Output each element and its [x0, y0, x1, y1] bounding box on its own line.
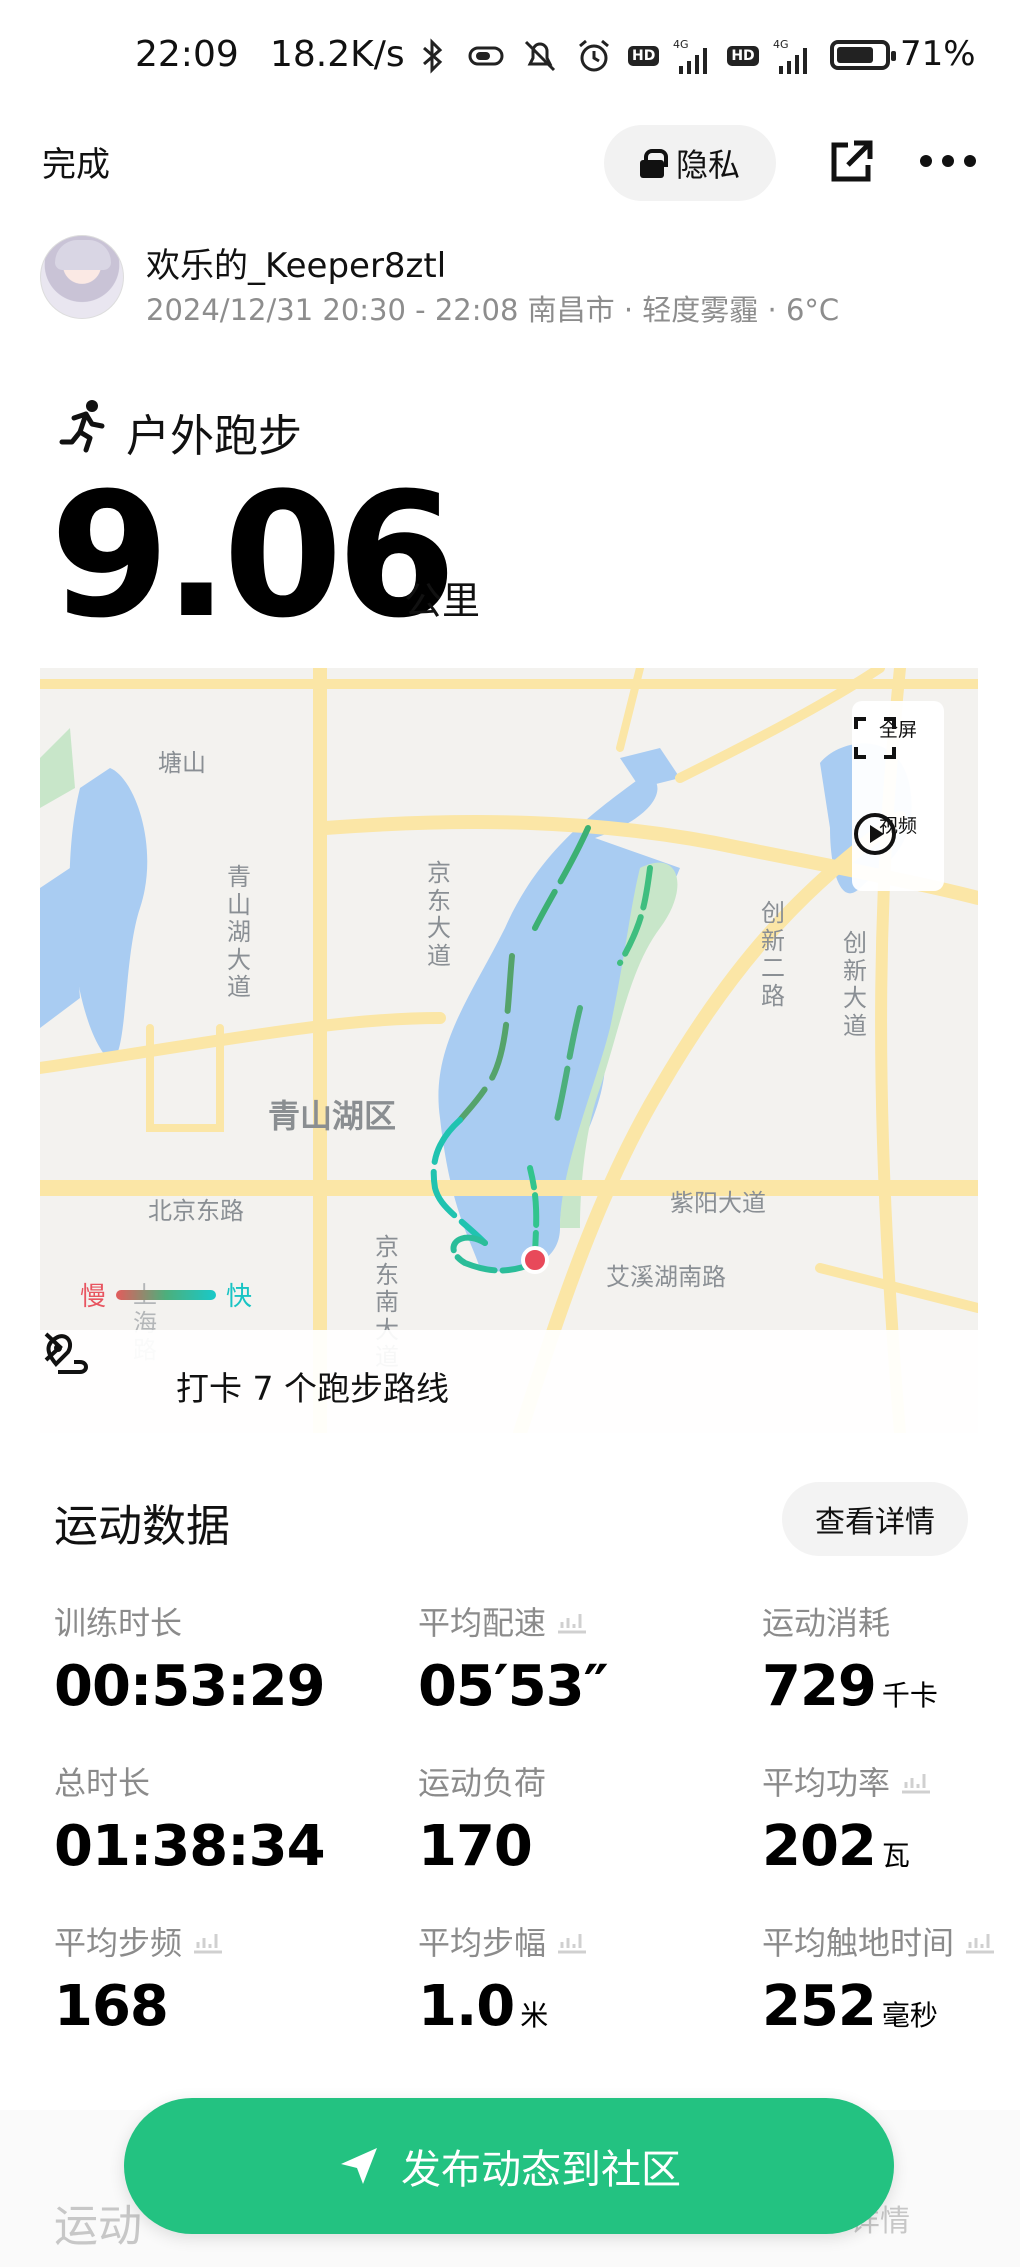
- map-label-chuangxin-2: 创新二路: [761, 899, 785, 1010]
- pond-top: [620, 748, 680, 788]
- avatar[interactable]: [40, 235, 124, 319]
- bluetooth-icon: [423, 38, 443, 74]
- stat-unit: 米: [520, 1999, 549, 2032]
- legend-fast: 快: [226, 1282, 253, 1312]
- svg-text:4G: 4G: [773, 38, 789, 51]
- legend-slow: 慢: [80, 1282, 107, 1312]
- battery-icon: [830, 40, 896, 70]
- done-button[interactable]: 完成: [42, 137, 110, 186]
- map-label-tangshan: 塘山: [158, 749, 206, 777]
- stat-value: 202: [762, 1814, 877, 1879]
- stat-value: 252: [762, 1974, 877, 2039]
- distance-unit: 公里: [404, 579, 481, 623]
- map-label-chuangxin-avenue: 创新大道: [843, 929, 867, 1040]
- map-label-aixihu-south: 艾溪湖南路: [606, 1263, 726, 1291]
- privacy-button[interactable]: 隐私: [604, 125, 776, 201]
- publish-to-community-button[interactable]: 发布动态到社区: [124, 2098, 894, 2234]
- stat-value: 05′53″: [418, 1654, 609, 1719]
- top-bar: 完成 隐私: [0, 115, 1020, 225]
- fullscreen-icon: [854, 717, 896, 759]
- publish-label: 发布动态到社区: [401, 2147, 681, 2193]
- hd-icon: HD: [628, 46, 660, 66]
- privacy-label: 隐私: [675, 146, 740, 184]
- distance-value: 9.06: [50, 455, 456, 656]
- lake-aixi: [438, 776, 680, 1272]
- stat-total-duration: 总时长 01:38:34: [54, 1758, 326, 1879]
- running-icon: [59, 400, 105, 453]
- trend-chart-icon: [902, 1774, 931, 1794]
- alarm-icon: [579, 39, 609, 72]
- stat-value: 00:53:29: [54, 1654, 326, 1719]
- share-icon[interactable]: [828, 137, 876, 185]
- lake-qingshan: [69, 768, 148, 1060]
- fullscreen-button[interactable]: 全屏: [852, 715, 944, 759]
- stat-label: 总时长: [54, 1764, 151, 1802]
- checkin-routes-row[interactable]: 打卡 7 个跑步路线: [40, 1330, 978, 1433]
- green-left: [40, 728, 75, 808]
- trend-chart-icon: [558, 1934, 587, 1954]
- stat-unit: 毫秒: [881, 1999, 938, 2032]
- more-icon[interactable]: [920, 155, 976, 169]
- stat-avg-power[interactable]: 平均功率 202 瓦: [762, 1758, 932, 1879]
- stat-label: 平均配速: [418, 1604, 547, 1642]
- map-controls: 全屏 视频: [852, 701, 944, 891]
- stat-label: 运动消耗: [762, 1604, 891, 1642]
- stat-calories: 运动消耗 729 千卡: [762, 1598, 938, 1719]
- view-details-button[interactable]: 查看详情: [782, 1482, 968, 1556]
- stat-label: 平均步频: [54, 1924, 183, 1962]
- trend-chart-icon: [558, 1614, 587, 1634]
- stat-value: 168: [54, 1974, 169, 2039]
- map-label-qingshanhu-avenue: 青山湖大道: [227, 863, 251, 1002]
- mute-bell-icon: [524, 40, 556, 72]
- signal-icon-2: 4G: [773, 38, 807, 74]
- trend-chart-icon: [194, 1934, 223, 1954]
- username: 欢乐的_Keeper8ztl: [146, 246, 447, 286]
- stat-avg-pace[interactable]: 平均配速 05′53″: [418, 1598, 609, 1719]
- map-canvas: [40, 668, 978, 1433]
- stat-avg-stride[interactable]: 平均步幅 1.0 米: [418, 1918, 588, 2039]
- stat-label: 平均触地时间: [762, 1924, 955, 1962]
- stat-training-duration: 训练时长 00:53:29: [54, 1598, 326, 1719]
- stat-avg-cadence[interactable]: 平均步频 168: [54, 1918, 224, 2039]
- stat-value: 01:38:34: [54, 1814, 326, 1879]
- stats-title: 运动数据: [54, 1501, 230, 1552]
- stat-value: 729: [762, 1654, 877, 1719]
- route-end-marker: [521, 1246, 549, 1274]
- chevron-right-icon: [44, 1332, 63, 1362]
- status-bar: 22:09 18.2K/s HD 4G HD 4G 71%: [0, 0, 1020, 115]
- status-icons: HD 4G HD 4G: [412, 34, 813, 78]
- checkin-text: 打卡 7 个跑步路线: [176, 1369, 449, 1408]
- send-icon: [341, 2148, 377, 2184]
- stat-label: 平均功率: [762, 1764, 891, 1802]
- lock-icon: [639, 149, 668, 178]
- stat-value: 1.0: [418, 1974, 515, 2039]
- stat-value: 170: [418, 1814, 533, 1879]
- hd-icon-2: HD: [727, 46, 759, 66]
- legend-gradient: [116, 1289, 217, 1300]
- stat-label: 平均步幅: [418, 1924, 547, 1962]
- stat-training-load: 运动负荷 170: [418, 1758, 546, 1879]
- svg-text:4G: 4G: [673, 38, 689, 51]
- stat-label: 训练时长: [54, 1604, 183, 1642]
- stat-avg-ground-contact[interactable]: 平均触地时间 252 毫秒: [762, 1918, 996, 2039]
- play-icon: [854, 813, 896, 855]
- pace-legend: 慢 快: [80, 1276, 252, 1313]
- next-section-title: 运动: [54, 2201, 142, 2252]
- route-map[interactable]: 塘山 青山湖大道 京东大道 创新二路 创新大道 青山湖区 北京东路 紫阳大道 京…: [40, 668, 978, 1433]
- stat-unit: 千卡: [881, 1679, 938, 1712]
- battery-percent: 71%: [900, 34, 976, 74]
- video-button[interactable]: 视频: [852, 811, 944, 855]
- stat-unit: 瓦: [881, 1839, 910, 1872]
- status-net-speed: 18.2K/s: [270, 34, 405, 75]
- stat-label: 运动负荷: [418, 1764, 547, 1802]
- map-label-beijing-east: 北京东路: [148, 1197, 244, 1225]
- map-label-jingdong-avenue: 京东大道: [427, 859, 451, 970]
- vibrate-icon: [468, 46, 504, 66]
- activity-meta: 2024/12/31 20:30 - 22:08 南昌市 · 轻度雾霾 · 6°…: [146, 293, 840, 327]
- status-time: 22:09: [135, 34, 239, 75]
- signal-icon: 4G: [673, 38, 708, 74]
- map-label-qingshanhu-district: 青山湖区: [268, 1097, 397, 1135]
- trend-chart-icon: [966, 1934, 995, 1954]
- map-label-ziyang: 紫阳大道: [670, 1189, 766, 1217]
